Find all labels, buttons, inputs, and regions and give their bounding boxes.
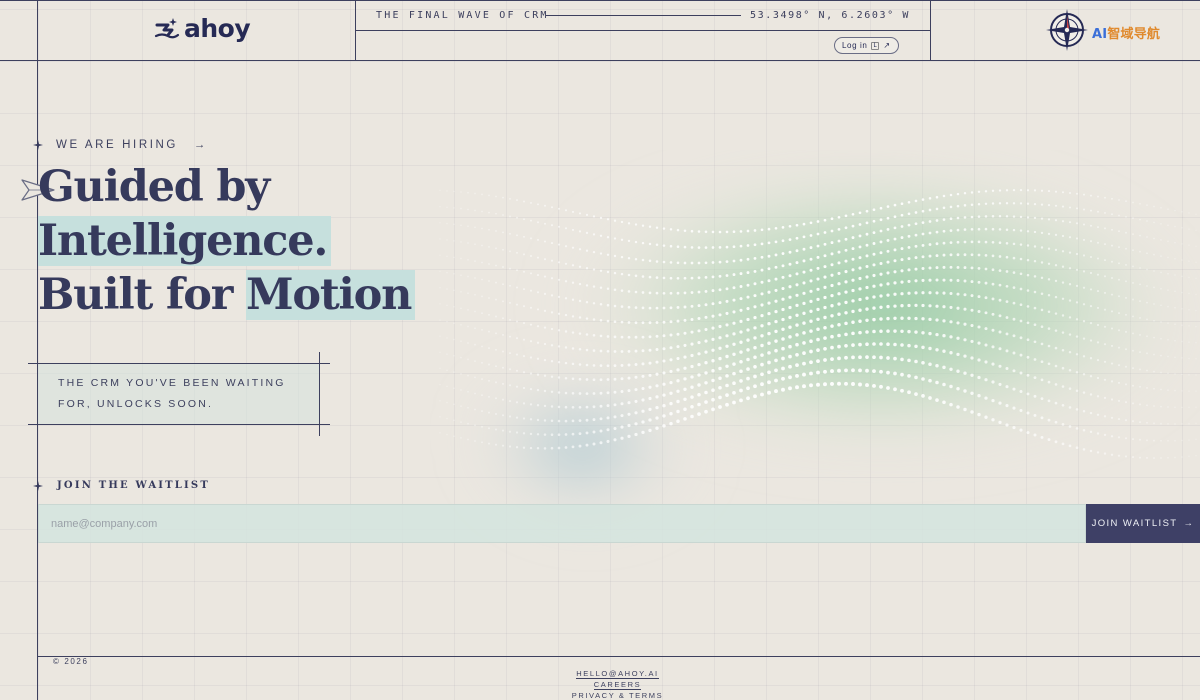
- headline-line-1: Guided by: [38, 162, 270, 212]
- footer-link-careers[interactable]: CAREERS: [560, 679, 675, 690]
- site-header: ahoy THE FINAL WAVE OF CRM 53.3498° N, 6…: [0, 0, 1200, 61]
- footer-rule: [38, 656, 1200, 657]
- headline-line-3-plain: Built for: [38, 270, 233, 320]
- frame-left-rule: [37, 0, 38, 700]
- header-divider-2: [930, 0, 931, 61]
- external-link-icon: ↗: [883, 41, 891, 50]
- footer-links: HELLO@AHOY.AI CAREERS PRIVACY & TERMS: [560, 668, 675, 700]
- header-coordinates: 53.3498° N, 6.2603° W: [749, 10, 910, 21]
- arrow-right-icon: →: [1183, 518, 1195, 529]
- join-waitlist-button[interactable]: JOIN WAITLIST →: [1086, 504, 1200, 543]
- logo-wordmark: ahoy: [184, 14, 251, 43]
- hero-subtitle: THE CRM YOU'VE BEEN WAITING FOR, UNLOCKS…: [58, 377, 286, 410]
- footer-link-careers-label: CAREERS: [593, 680, 642, 690]
- ai-nav-badge[interactable]: AI智域导航: [1044, 7, 1160, 58]
- ahoy-logo[interactable]: ahoy: [154, 14, 251, 43]
- arrow-right-icon: →: [193, 139, 208, 151]
- footer-link-privacy-label: PRIVACY & TERMS: [571, 691, 664, 700]
- join-waitlist-label: JOIN WAITLIST: [1091, 518, 1178, 529]
- ahoy-logo-icon: [154, 16, 180, 42]
- copyright: © 2026: [53, 657, 89, 666]
- we-are-hiring-link[interactable]: WE ARE HIRING →: [56, 139, 208, 151]
- badge-text-cn: 智域导航: [1107, 27, 1161, 42]
- login-label: Log in: [842, 41, 868, 50]
- headline-line-3-highlight: Motion: [245, 270, 416, 320]
- subtitle-box-right-rule: [319, 352, 320, 436]
- subtitle-box-top-rule: [28, 363, 330, 364]
- compass-icon: [1044, 7, 1090, 58]
- subtitle-box-bottom-rule: [28, 424, 330, 425]
- footer-link-privacy[interactable]: PRIVACY & TERMS: [560, 690, 675, 700]
- hiring-label: WE ARE HIRING: [56, 139, 178, 151]
- badge-prefix: AI: [1092, 27, 1108, 42]
- sparkle-icon: [33, 140, 43, 150]
- hero-headline: Guided by Intelligence. Built for Motion: [38, 160, 416, 322]
- badge-label: AI智域导航: [1092, 23, 1160, 42]
- keyboard-key-icon: L: [871, 41, 880, 50]
- tagline-rule: [546, 15, 741, 16]
- header-info-bar: THE FINAL WAVE OF CRM 53.3498° N, 6.2603…: [356, 0, 930, 31]
- headline-line-2: Intelligence.: [38, 216, 332, 266]
- waitlist-label: JOIN THE WAITLIST: [57, 480, 210, 491]
- footer-link-email[interactable]: HELLO@AHOY.AI: [560, 668, 675, 679]
- header-tagline: THE FINAL WAVE OF CRM: [376, 10, 549, 21]
- email-input[interactable]: [38, 504, 1086, 543]
- sparkle-icon: [33, 481, 43, 491]
- login-button[interactable]: Log in L ↗: [834, 37, 899, 54]
- footer-link-email-label: HELLO@AHOY.AI: [576, 669, 659, 679]
